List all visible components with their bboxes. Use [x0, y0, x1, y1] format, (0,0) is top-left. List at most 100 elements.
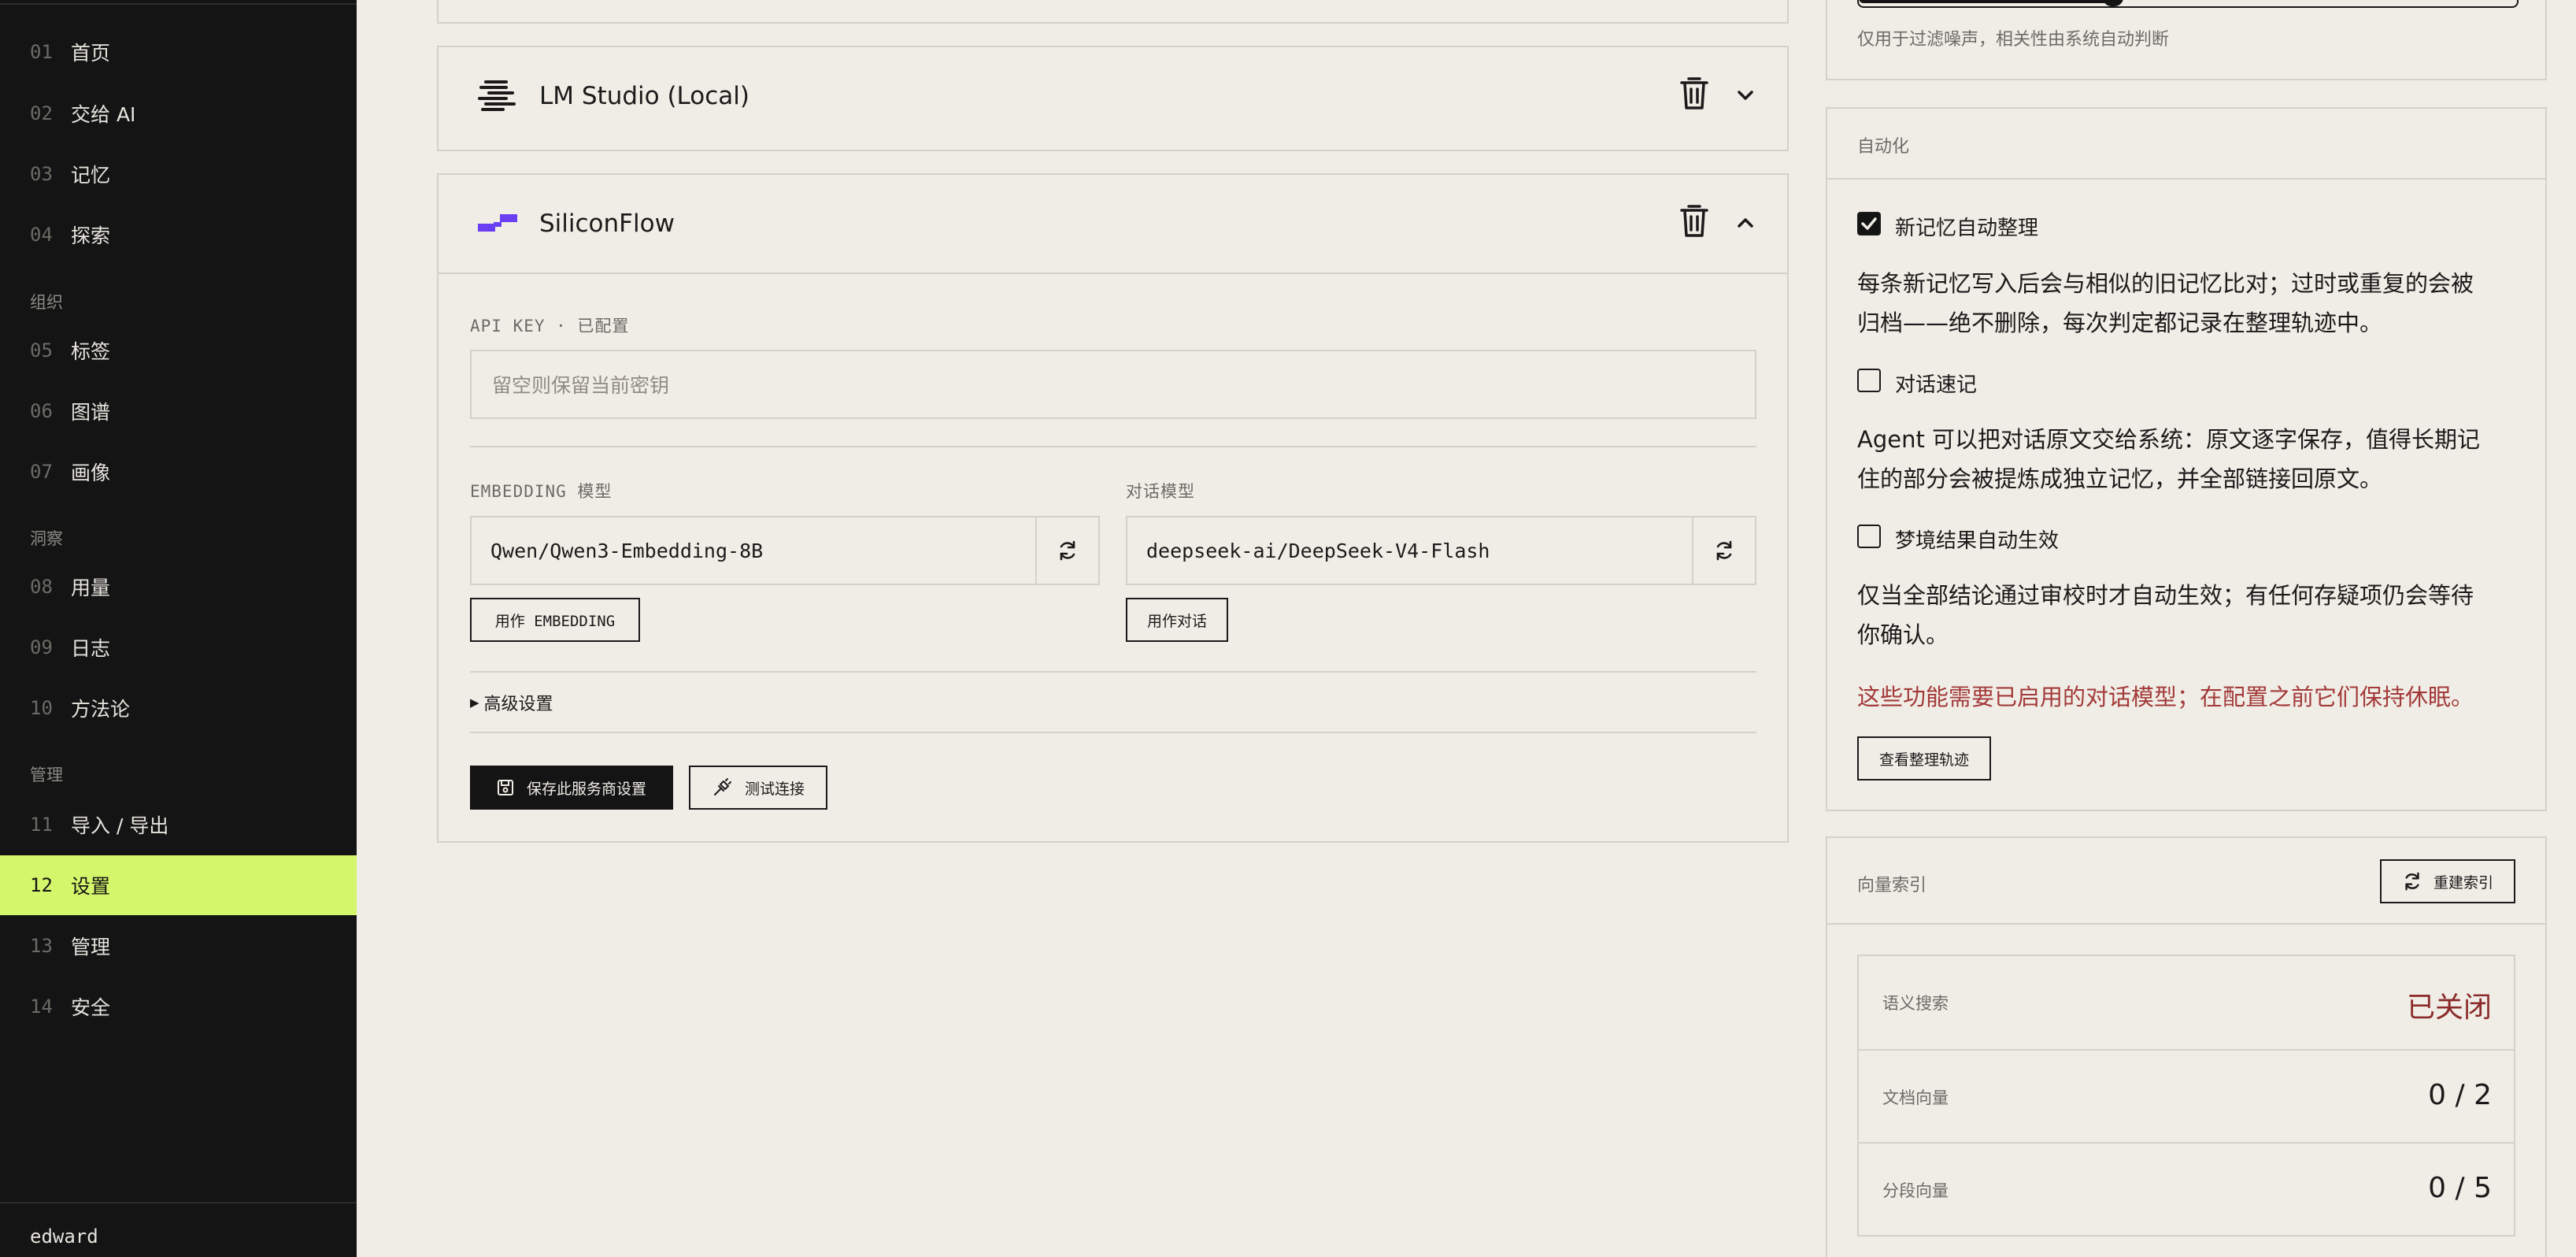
dream-apply-checkbox[interactable] — [1857, 525, 1881, 548]
dialog-notes-checkbox[interactable] — [1857, 369, 1881, 392]
relevance-hint: 仅用于过滤噪声，相关性由系统自动判断 — [1857, 30, 2170, 50]
chat-model-input[interactable]: deepseek-ai/DeepSeek-V4-Flash — [1126, 516, 1756, 585]
api-key-label: API KEY · 已配置 — [470, 317, 630, 336]
sidebar-item-methodology[interactable]: 10 方法论 — [0, 678, 357, 738]
sidebar-bottom-divider — [0, 1202, 357, 1203]
sidebar-item-number: 11 — [30, 814, 53, 836]
save-icon — [497, 780, 513, 795]
sidebar: 01 首页 02 交给 AI 03 记忆 04 探索 组织 05 标签 06 图… — [0, 0, 357, 1257]
use-as-chat-button[interactable]: 用作对话 — [1126, 598, 1228, 642]
sidebar-item-label: 管理 — [71, 936, 111, 959]
sidebar-item-label: 交给 AI — [71, 103, 136, 126]
advanced-settings-label: 高级设置 — [483, 695, 553, 714]
refresh-icon — [1060, 540, 1075, 561]
chevron-down-icon[interactable] — [1734, 83, 1757, 107]
sidebar-item-settings[interactable]: 12 设置 — [0, 855, 357, 915]
provider-name: LM Studio (Local) — [539, 82, 749, 110]
provider-header[interactable]: LM Studio (Local) — [439, 47, 1787, 146]
sidebar-group-insight: 洞察 — [30, 529, 63, 548]
sidebar-item-label: 日志 — [71, 637, 111, 660]
auto-organize-checkbox[interactable] — [1857, 212, 1881, 235]
sidebar-item-label: 标签 — [71, 340, 111, 363]
sidebar-item-number: 03 — [30, 163, 53, 185]
vector-stats-table: 语义搜索 已关闭 文档向量 0 / 2 分段向量 0 / 5 — [1857, 955, 2515, 1237]
automation-title: 自动化 — [1857, 137, 1910, 157]
sidebar-item-label: 首页 — [71, 42, 111, 65]
sidebar-item-portrait[interactable]: 07 画像 — [0, 442, 357, 502]
auto-organize-label[interactable]: 新记忆自动整理 — [1895, 212, 2038, 241]
sidebar-item-label: 画像 — [71, 462, 111, 484]
sidebar-item-give-to-ai[interactable]: 02 交给 AI — [0, 83, 357, 143]
sidebar-item-home[interactable]: 01 首页 — [0, 22, 357, 82]
embedding-model-value: Qwen/Qwen3-Embedding-8B — [490, 539, 764, 562]
provider-header[interactable]: SiliconFlow — [439, 175, 1787, 274]
relevance-slider-track[interactable] — [1857, 0, 2519, 8]
dialog-notes-label[interactable]: 对话速记 — [1895, 369, 1977, 398]
sidebar-item-label: 用量 — [71, 577, 111, 599]
divider — [470, 446, 1756, 447]
auto-organize-desc-1: 每条新记忆写入后会与相似的旧记忆比对；过时或重复的会被 — [1857, 270, 2474, 297]
sidebar-item-number: 13 — [30, 935, 53, 957]
sidebar-item-number: 07 — [30, 461, 53, 483]
use-as-embedding-button[interactable]: 用作 EMBEDDING — [470, 598, 640, 642]
stat-value: 0 / 2 — [2428, 1079, 2492, 1111]
refresh-embedding-models-button[interactable] — [1035, 517, 1098, 584]
sidebar-item-memory[interactable]: 03 记忆 — [0, 144, 357, 204]
sidebar-item-tags[interactable]: 05 标签 — [0, 321, 357, 380]
save-provider-button[interactable]: 保存此服务商设置 — [470, 766, 673, 810]
relevance-panel: 仅用于过滤噪声，相关性由系统自动判断 — [1826, 0, 2547, 80]
embedding-model-input[interactable]: Qwen/Qwen3-Embedding-8B — [470, 516, 1100, 585]
test-connection-label: 测试连接 — [744, 780, 805, 798]
stat-key: 分段向量 — [1882, 1181, 1949, 1200]
divider — [1827, 923, 2545, 925]
rebuild-index-button[interactable]: 重建索引 — [2380, 859, 2515, 903]
automation-panel: 自动化 新记忆自动整理 每条新记忆写入后会与相似的旧记忆比对；过时或重复的会被 … — [1826, 107, 2547, 811]
rebuild-index-label: 重建索引 — [2433, 873, 2493, 892]
sidebar-item-manage[interactable]: 13 管理 — [0, 916, 357, 976]
current-user[interactable]: edward — [30, 1225, 98, 1248]
refresh-icon — [2405, 872, 2419, 891]
sidebar-group-organize: 组织 — [30, 293, 63, 312]
sidebar-item-explore[interactable]: 04 探索 — [0, 205, 357, 265]
sidebar-item-usage[interactable]: 08 用量 — [0, 557, 357, 617]
api-key-input[interactable]: 留空则保留当前密钥 — [470, 350, 1756, 419]
test-connection-button[interactable]: 测试连接 — [689, 766, 827, 810]
dream-apply-desc-2: 你确认。 — [1857, 621, 1949, 648]
relevance-slider-thumb[interactable] — [2103, 0, 2123, 6]
sidebar-item-number: 04 — [30, 224, 53, 246]
sidebar-group-admin: 管理 — [30, 766, 63, 784]
trash-icon[interactable] — [1678, 76, 1710, 110]
sidebar-item-graph[interactable]: 06 图谱 — [0, 381, 357, 441]
sidebar-item-logs[interactable]: 09 日志 — [0, 617, 357, 677]
advanced-settings-toggle[interactable]: ▶ 高级设置 — [470, 690, 553, 715]
sidebar-item-import-export[interactable]: 11 导入 / 导出 — [0, 795, 357, 855]
dream-apply-label[interactable]: 梦境结果自动生效 — [1895, 525, 2059, 554]
trash-icon[interactable] — [1678, 203, 1710, 238]
sidebar-top-divider — [0, 3, 357, 5]
divider — [1827, 178, 2545, 180]
relevance-slider-fill — [1859, 0, 2111, 3]
sidebar-item-number: 08 — [30, 576, 53, 598]
save-provider-label: 保存此服务商设置 — [526, 780, 646, 798]
view-trail-button[interactable]: 查看整理轨迹 — [1857, 736, 1991, 781]
provider-name: SiliconFlow — [539, 210, 675, 238]
vector-index-title: 向量索引 — [1857, 876, 1927, 895]
siliconflow-logo-icon — [478, 214, 517, 232]
sidebar-item-number: 09 — [30, 636, 53, 658]
stat-row-semantic-search: 语义搜索 已关闭 — [1859, 956, 2514, 1049]
refresh-chat-models-button[interactable] — [1692, 517, 1755, 584]
sidebar-item-label: 探索 — [71, 224, 111, 247]
sidebar-item-label: 记忆 — [71, 164, 111, 187]
sidebar-item-label: 设置 — [71, 875, 111, 898]
caret-right-icon: ▶ — [470, 695, 479, 710]
divider — [470, 732, 1756, 733]
previous-provider-card — [437, 0, 1789, 24]
sidebar-item-security[interactable]: 14 安全 — [0, 977, 357, 1036]
provider-card-lmstudio: LM Studio (Local) — [437, 46, 1789, 151]
lmstudio-logo-icon — [478, 80, 516, 111]
embedding-model-label: EMBEDDING 模型 — [470, 482, 613, 501]
chevron-up-icon[interactable] — [1734, 211, 1757, 235]
stat-row-doc-vectors: 文档向量 0 / 2 — [1859, 1049, 2514, 1142]
sidebar-item-label: 方法论 — [71, 698, 131, 721]
api-key-placeholder: 留空则保留当前密钥 — [492, 374, 670, 397]
